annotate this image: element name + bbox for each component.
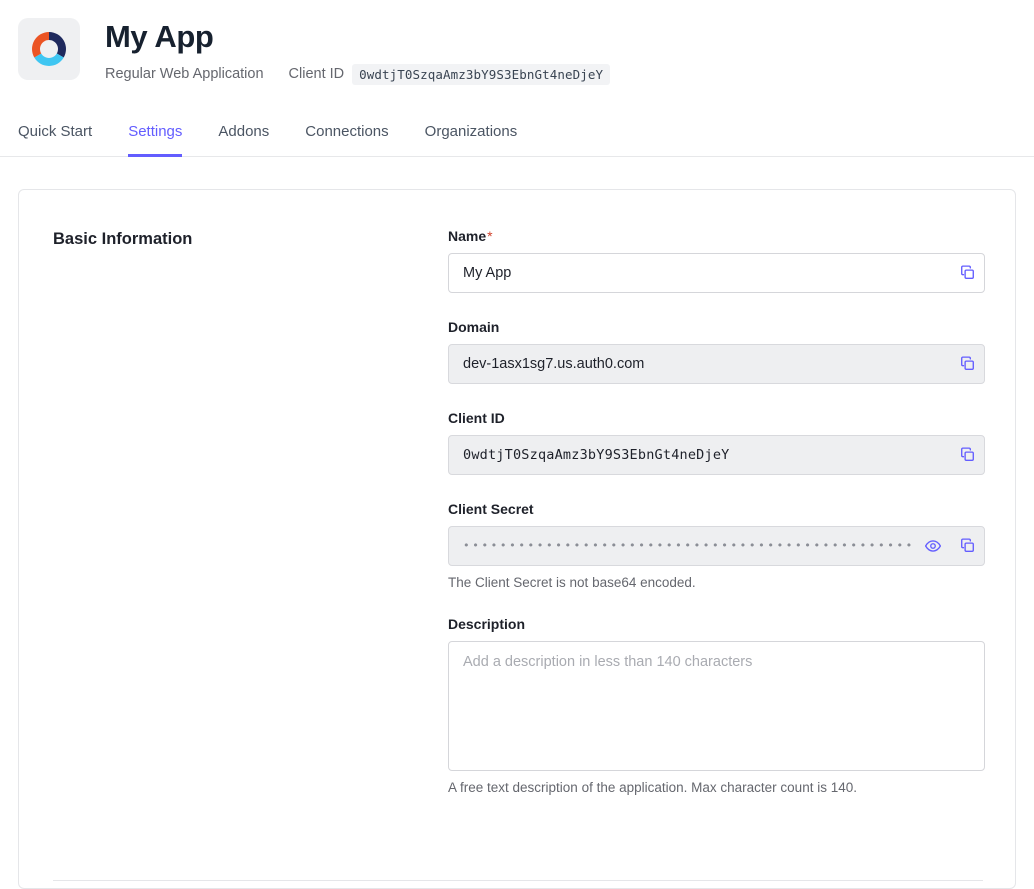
copy-icon xyxy=(959,446,976,463)
app-logo-tile xyxy=(18,18,80,80)
tab-settings[interactable]: Settings xyxy=(128,123,183,157)
label-client-secret: Client Secret xyxy=(448,500,534,517)
label-name: Name* xyxy=(448,228,985,244)
label-description: Description xyxy=(448,615,526,632)
eye-icon xyxy=(924,537,942,555)
app-header: My App Regular Web Application Client ID… xyxy=(0,0,1034,85)
copy-domain-button[interactable] xyxy=(950,345,984,383)
name-input-row[interactable]: My App xyxy=(448,252,985,293)
field-domain: Domain dev-1asx1sg7.us.auth0.com xyxy=(448,319,985,384)
field-name: Name* My App xyxy=(448,228,985,293)
client-id-value: 0wdtjT0SzqaAmz3bY9S3EbnGt4neDjeY xyxy=(463,446,730,463)
description-helper-text: A free text description of the applicati… xyxy=(448,779,857,795)
name-input[interactable]: My App xyxy=(449,254,950,292)
client-secret-masked-value: ••••••••••••••••••••••••••••••••••••••••… xyxy=(463,538,916,552)
copy-name-button[interactable] xyxy=(950,254,984,292)
app-meta-row: Regular Web Application Client ID 0wdtjT… xyxy=(105,63,611,85)
label-client-id: Client ID xyxy=(448,409,505,426)
copy-icon xyxy=(959,355,976,372)
page-title: My App xyxy=(105,19,214,54)
header-client-id-label: Client ID xyxy=(288,66,345,83)
app-header-text: My App Regular Web Application Client ID… xyxy=(105,18,611,85)
field-client-secret: Client Secret ••••••••••••••••••••••••••… xyxy=(448,501,985,590)
copy-icon xyxy=(959,264,976,281)
description-input[interactable] xyxy=(448,640,985,771)
basic-information-card: Basic Information Name* My App Domain de… xyxy=(18,188,1016,889)
header-client-id-value[interactable]: 0wdtjT0SzqaAmz3bY9S3EbnGt4neDjeY xyxy=(352,63,611,85)
domain-input-row: dev-1asx1sg7.us.auth0.com xyxy=(448,343,985,384)
copy-icon xyxy=(959,537,976,554)
domain-value: dev-1asx1sg7.us.auth0.com xyxy=(463,355,645,372)
client-secret-helper-text: The Client Secret is not base64 encoded. xyxy=(448,574,696,590)
copy-client-id-button[interactable] xyxy=(950,436,984,474)
reveal-client-secret-button[interactable] xyxy=(916,527,950,565)
required-marker: * xyxy=(487,227,493,244)
client-id-input-row: 0wdtjT0SzqaAmz3bY9S3EbnGt4neDjeY xyxy=(448,434,985,475)
field-client-id: Client ID 0wdtjT0SzqaAmz3bY9S3EbnGt4neDj… xyxy=(448,410,985,475)
app-type-label: Regular Web Application xyxy=(105,66,264,83)
tab-connections[interactable]: Connections xyxy=(305,123,388,157)
field-description: Description A free text description of t… xyxy=(448,616,985,795)
settings-form: Name* My App Domain dev-1asx1sg7.us.auth… xyxy=(448,228,985,795)
tab-addons[interactable]: Addons xyxy=(218,123,269,157)
card-section-divider xyxy=(53,879,983,881)
section-title-basic-information: Basic Information xyxy=(53,229,193,248)
client-secret-input-row: ••••••••••••••••••••••••••••••••••••••••… xyxy=(448,525,985,566)
label-domain: Domain xyxy=(448,318,500,335)
tab-quick-start[interactable]: Quick Start xyxy=(18,123,92,157)
tab-organizations[interactable]: Organizations xyxy=(425,123,518,157)
copy-client-secret-button[interactable] xyxy=(950,527,984,565)
label-name-text: Name xyxy=(448,227,487,244)
tab-bar: Quick Start Settings Addons Connections … xyxy=(0,123,1034,157)
auth0-donut-logo-icon xyxy=(27,27,71,71)
